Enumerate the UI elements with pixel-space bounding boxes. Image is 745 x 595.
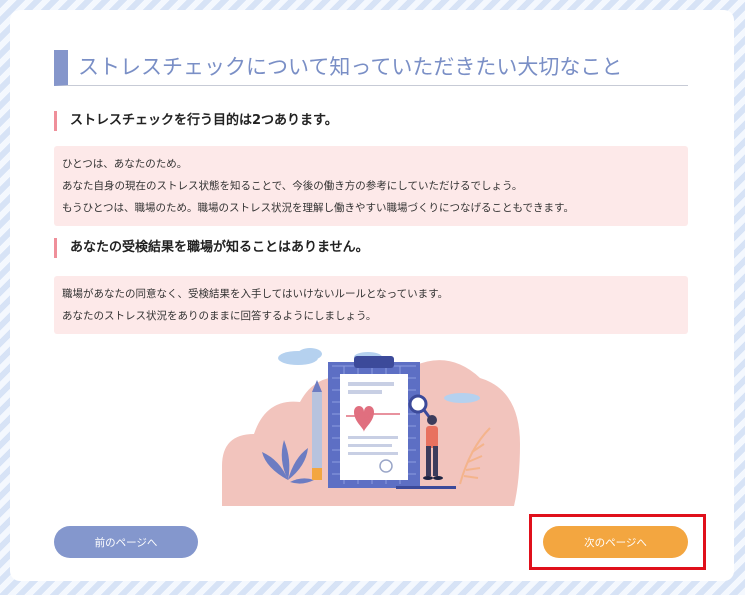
ground-line <box>396 486 456 489</box>
next-button-highlight-box <box>529 514 706 570</box>
section-text-line: ひとつは、あなたのため。 <box>62 158 188 170</box>
prev-page-button[interactable]: 前のページへ <box>54 526 198 558</box>
section-body-purpose: ひとつは、あなたのため。 あなた自身の現在のストレス状態を知ることで、今後の働き… <box>54 146 688 226</box>
section-text-line: 職場があなたの同意なく、受検結果を入手してはいけないルールとなっています。 <box>62 288 449 300</box>
section-body-privacy: 職場があなたの同意なく、受検結果を入手してはいけないルールとなっています。 あな… <box>54 276 688 334</box>
section-text-line: あなたのストレス状況をありのままに回答するようにしましょう。 <box>62 310 377 322</box>
page-title: ストレスチェックについて知っていただきたい大切なこと <box>54 50 688 86</box>
section-heading-privacy: あなたの受検結果を職場が知ることはありません。 <box>54 238 369 258</box>
clipboard-icon <box>328 356 420 488</box>
section-text-line: あなた自身の現在のストレス状態を知ることで、今後の働き方の参考にしていただけるで… <box>62 180 523 192</box>
stress-check-illustration <box>222 348 520 506</box>
cloud-icon <box>298 348 322 360</box>
pencil-icon <box>312 380 322 480</box>
section-text-line: もうひとつは、職場のため。職場のストレス状況を理解し働きやすい職場づくりにつなげ… <box>62 202 574 214</box>
section-heading-purpose: ストレスチェックを行う目的は2つあります。 <box>54 111 338 131</box>
cloud-icon <box>444 393 480 403</box>
